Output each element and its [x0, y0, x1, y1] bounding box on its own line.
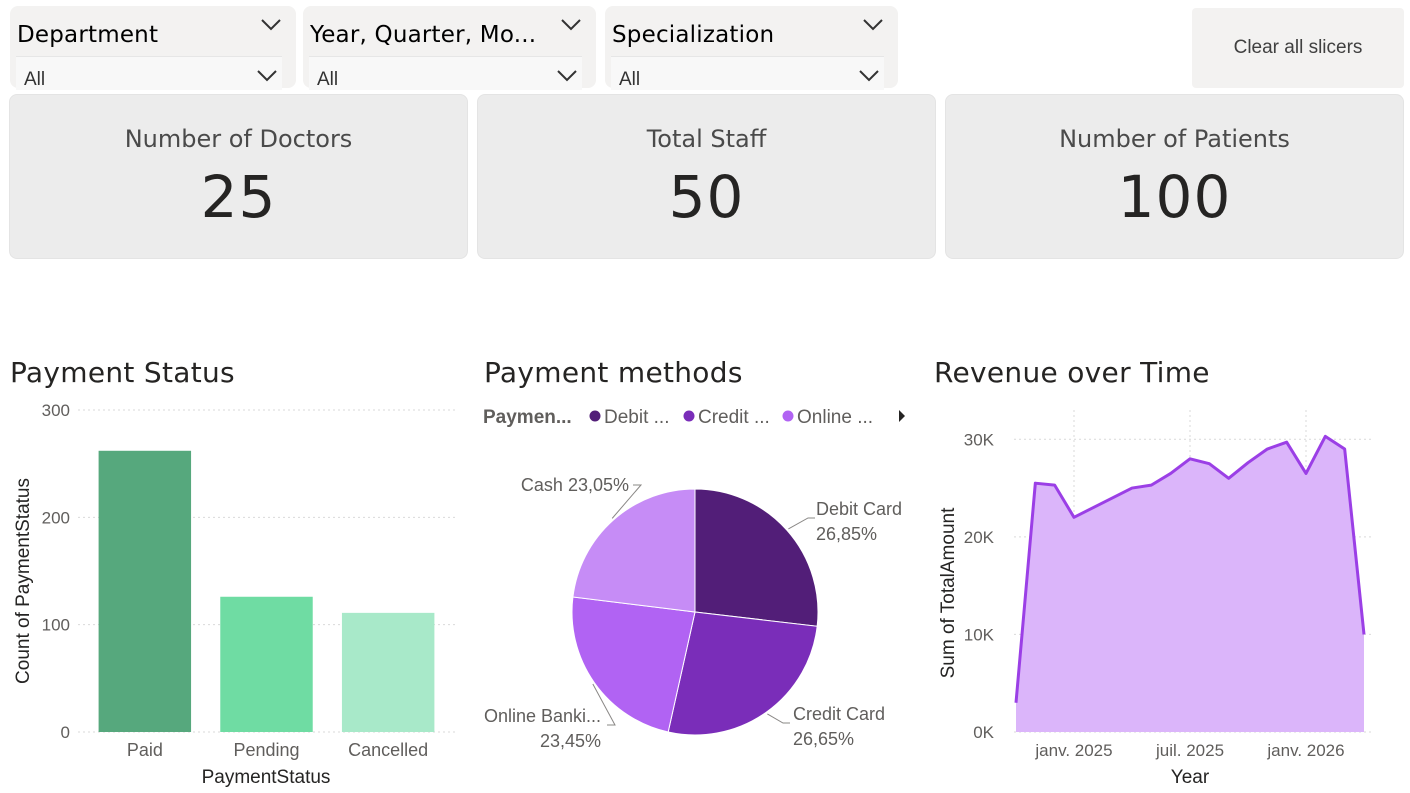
slicer-title: Department [17, 22, 159, 48]
chevron-down-icon[interactable] [560, 16, 582, 35]
legend-marker [782, 410, 794, 422]
x-tick-label: janv. 2025 [1034, 741, 1112, 760]
revenue-area-chart[interactable]: 0K 10K 20K 30K janv. 2025 juil. 2025 janv. 202… [930, 395, 1408, 793]
pie-label-name: Credit Card [793, 704, 885, 724]
slicer-department[interactable]: Department All [10, 6, 296, 90]
bar[interactable] [220, 596, 313, 732]
y-tick-label: 100 [42, 616, 70, 635]
slicer-value: All [317, 69, 339, 90]
chart-title-revenue-over-time: Revenue over Time [934, 356, 1210, 389]
legend-next-icon[interactable] [899, 410, 905, 422]
y-axis-title: Sum of TotalAmount [938, 507, 959, 678]
slicer-title: Specialization [612, 22, 775, 48]
chevron-down-icon[interactable] [858, 67, 880, 86]
y-tick-label: 10K [964, 625, 995, 644]
chevron-down-icon[interactable] [260, 16, 282, 35]
pie-label-value: 26,85% [816, 524, 877, 544]
pie-label-value: 23,45% [540, 731, 601, 751]
x-axis-title: Year [1171, 767, 1210, 788]
slicer-dropdown[interactable]: All [16, 56, 282, 90]
x-tick-label: Paid [127, 740, 163, 760]
slicer-year-quarter-month[interactable]: Year, Quarter, Mo... All [303, 6, 596, 90]
kpi-value: 50 [668, 163, 745, 231]
x-tick-label: Pending [233, 740, 299, 760]
x-tick-label: juil. 2025 [1155, 741, 1224, 760]
y-tick-label: 20K [964, 528, 995, 547]
x-tick-label: Cancelled [348, 740, 428, 760]
kpi-label: Number of Doctors [124, 125, 353, 153]
kpi-card-patients: Number of Patients 100 [945, 94, 1404, 259]
pie-label-name: Cash 23,05% [521, 475, 629, 495]
kpi-card-staff: Total Staff 50 [477, 94, 936, 259]
slicer-dropdown[interactable]: All [309, 56, 582, 90]
leader-line [767, 713, 790, 724]
chart-title-payment-status: Payment Status [10, 356, 235, 389]
kpi-card-doctors: Number of Doctors 25 [9, 94, 468, 259]
slicer-dropdown[interactable]: All [611, 56, 884, 90]
y-tick-label: 30K [964, 430, 995, 449]
chevron-down-icon[interactable] [862, 16, 884, 35]
kpi-value: 100 [1117, 163, 1232, 231]
legend-title: Paymen... [483, 407, 572, 428]
legend-entry: Credit ... [698, 407, 770, 428]
pie-slice[interactable] [694, 488, 819, 627]
slicer-title: Year, Quarter, Mo... [310, 22, 537, 48]
slicer-value: All [619, 69, 641, 90]
payment-methods-pie-chart[interactable]: Paymen... Debit ... Credit ... Online ... De… [475, 395, 925, 793]
kpi-label: Number of Patients [1059, 125, 1290, 153]
chart-title-payment-methods: Payment methods [484, 356, 743, 389]
kpi-label: Total Staff [646, 125, 767, 153]
bar[interactable] [341, 612, 435, 732]
x-tick-label: janv. 2026 [1266, 741, 1344, 760]
chevron-down-icon[interactable] [256, 67, 278, 86]
x-axis-title: PaymentStatus [202, 767, 331, 788]
leader-line [788, 517, 815, 530]
legend-entry: Online ... [797, 407, 873, 428]
pie-label-name: Debit Card [816, 499, 902, 519]
slicer-value: All [24, 69, 46, 90]
area-fill [1016, 436, 1364, 732]
legend-marker [683, 410, 695, 422]
clear-all-slicers-button[interactable]: Clear all slicers [1192, 8, 1404, 88]
legend-marker [589, 410, 601, 422]
y-axis-title: Count of PaymentStatus [13, 478, 34, 684]
pie-slice[interactable] [572, 488, 696, 613]
y-tick-label: 0K [973, 723, 994, 742]
y-tick-label: 0 [61, 723, 70, 742]
chevron-down-icon[interactable] [556, 67, 578, 86]
bar[interactable] [98, 450, 192, 732]
slicer-specialization[interactable]: Specialization All [605, 6, 898, 90]
pie-label-name: Online Banki... [484, 706, 601, 726]
payment-status-bar-chart[interactable]: 0 100 200 300 Paid Pending Cancelled PaymentSta… [0, 395, 470, 793]
y-tick-label: 200 [42, 508, 70, 527]
kpi-value: 25 [200, 163, 277, 231]
legend-entry: Debit ... [604, 407, 669, 428]
pie-label-value: 26,65% [793, 729, 854, 749]
y-tick-label: 300 [42, 401, 70, 420]
